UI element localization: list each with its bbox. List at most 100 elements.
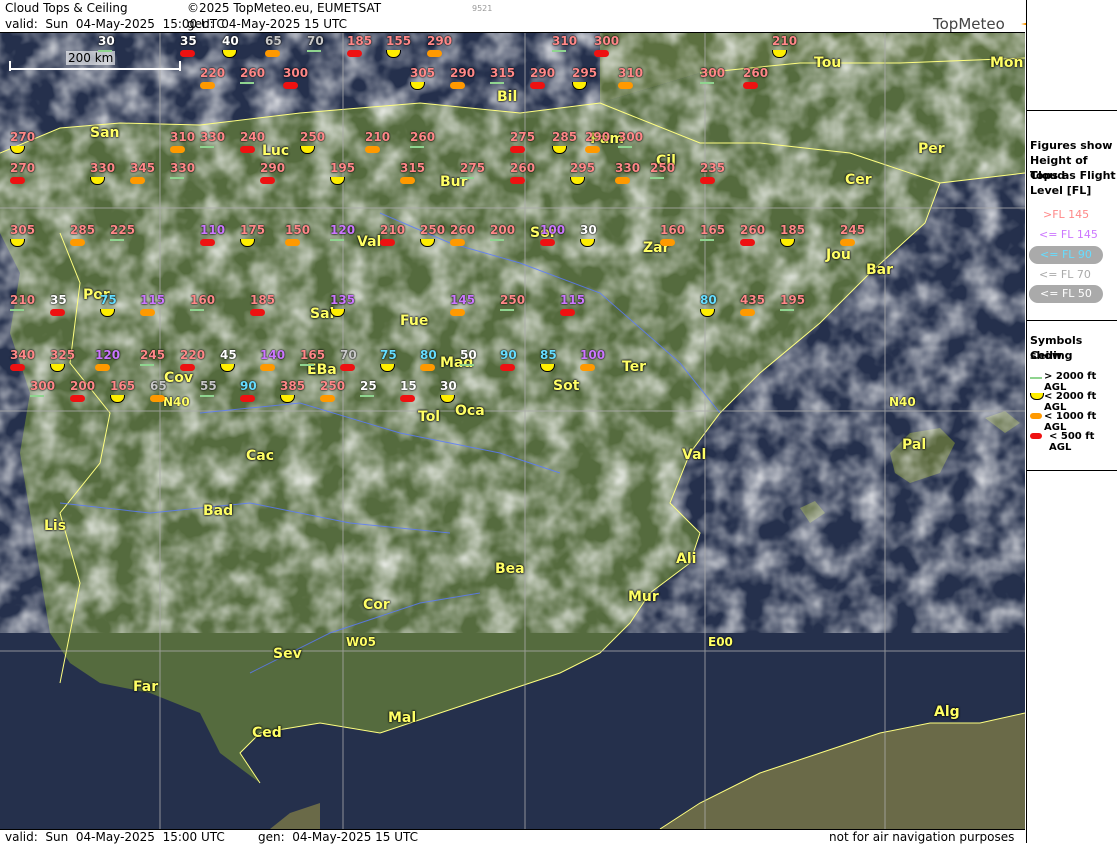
cloud-top-figure: 80: [420, 348, 437, 362]
city-label: Bar: [866, 262, 894, 278]
cloud-top-figure: 70: [340, 348, 357, 362]
footer-disclaimer: not for air navigation purposes: [829, 830, 1015, 844]
legend-fl-above-145: >FL 145: [1043, 208, 1090, 221]
product-title: Cloud Tops & Ceiling: [5, 1, 128, 15]
cloud-top-figure: 300: [700, 66, 726, 80]
ceiling-below-500-icon: [530, 82, 545, 89]
cloud-top-figure: 75: [380, 348, 397, 362]
city-label: Cov: [164, 370, 194, 386]
cloud-top-figure: 135: [330, 293, 356, 307]
legend-figures-title-1: Figures show: [1030, 139, 1113, 152]
ceiling-above-2000-icon: [307, 50, 321, 52]
ceiling-above-2000-icon: [140, 364, 154, 366]
cloud-top-figure: 150: [285, 223, 311, 237]
ceiling-above-2000-icon: [1030, 377, 1042, 379]
city-label: Mon: [990, 55, 1024, 71]
ceiling-below-1000-icon: [420, 364, 435, 371]
city-label: Alg: [934, 704, 960, 720]
cloud-top-figure: 290: [530, 66, 556, 80]
ceiling-below-1000-icon: [200, 82, 215, 89]
ceiling-below-500-icon: [50, 309, 65, 316]
city-label: Luc: [262, 143, 290, 159]
ceiling-below-1000-icon: [150, 395, 165, 402]
city-label: San: [90, 125, 120, 141]
city-label: Cor: [363, 597, 390, 613]
ceiling-below-500-icon: [510, 146, 525, 153]
cloud-top-figure: 155: [386, 34, 412, 48]
cloud-top-figure: 245: [840, 223, 866, 237]
cloud-top-figure: 15: [400, 379, 417, 393]
legend-ceiling-4: < 500 ft AGL: [1049, 431, 1095, 453]
cloud-top-figure: 310: [552, 34, 578, 48]
cloud-top-figure: 185: [780, 223, 806, 237]
cloud-top-figure: 315: [400, 161, 426, 175]
cloud-top-figure: 50: [460, 348, 477, 362]
cloud-top-figure: 195: [330, 161, 356, 175]
ceiling-below-1000-icon: [615, 177, 630, 184]
cloud-top-figure: 210: [365, 130, 391, 144]
ceiling-above-2000-icon: [618, 146, 632, 148]
ceiling-below-500-icon: [283, 82, 298, 89]
cloud-top-figure: 90: [240, 379, 257, 393]
legend-fl-90: <= FL 90: [1029, 246, 1103, 264]
cloud-top-figure: 145: [450, 293, 476, 307]
cloud-top-figure: 435: [740, 293, 766, 307]
cloud-top-figure: 165: [110, 379, 136, 393]
city-label: Sev: [273, 646, 302, 662]
ceiling-above-2000-icon: [780, 309, 794, 311]
cloud-top-figure: 65: [150, 379, 167, 393]
ceiling-above-2000-icon: [98, 50, 112, 52]
cloud-top-figure: 330: [615, 161, 641, 175]
cloud-top-figure: 210: [380, 223, 406, 237]
legend-ceiling-2: < 2000 ft AGL: [1044, 391, 1097, 413]
cloud-top-figure: 250: [300, 130, 326, 144]
cloud-top-figure: 185: [347, 34, 373, 48]
ceiling-below-1000-icon: [580, 364, 595, 371]
ceiling-below-500-icon: [400, 395, 415, 402]
city-label: Far: [133, 679, 159, 695]
cloud-top-figure: 200: [490, 223, 516, 237]
cloud-top-figure: 45: [220, 348, 237, 362]
legend-figures: Figures show Height of Cloud Tops as Fli…: [1027, 110, 1117, 321]
cloud-top-figure: 160: [190, 293, 216, 307]
ceiling-below-1000-icon: [427, 50, 442, 57]
gen-time: gen: 04-May-2025 15 UTC: [187, 17, 348, 31]
cloud-top-figure: 330: [170, 161, 196, 175]
ceiling-above-2000-icon: [240, 82, 254, 84]
ceiling-below-1000-icon: [170, 146, 185, 153]
cloud-top-figure: 250: [650, 161, 676, 175]
ceiling-above-2000-icon: [410, 146, 424, 148]
cloud-top-figure: 325: [50, 348, 76, 362]
city-label: Lis: [44, 518, 67, 534]
ceiling-below-500-icon: [540, 239, 555, 246]
ceiling-below-1000-icon: [450, 239, 465, 246]
cloud-top-figure: 270: [10, 161, 36, 175]
header-bar: Cloud Tops & Ceiling ©2025 TopMeteo.eu, …: [0, 0, 1040, 33]
ceiling-below-500-icon: [240, 146, 255, 153]
cloud-top-figure: 260: [410, 130, 436, 144]
cloud-top-figure: 330: [200, 130, 226, 144]
cloud-top-figure: 300: [618, 130, 644, 144]
ceiling-below-500-icon: [1030, 433, 1042, 439]
legend-ceiling-1: > 2000 ft AGL: [1044, 371, 1097, 393]
cloud-top-figure: 210: [772, 34, 798, 48]
map-code: 9521: [472, 4, 493, 13]
ceiling-below-500-icon: [260, 177, 275, 184]
cloud-top-figure: 90: [500, 348, 517, 362]
ceiling-below-500-icon: [743, 82, 758, 89]
cloud-top-figure: 310: [170, 130, 196, 144]
footer-gen-time: gen: 04-May-2025 15 UTC: [258, 830, 419, 844]
ceiling-below-500-icon: [250, 309, 265, 316]
cloud-top-figure: 285: [70, 223, 96, 237]
ceiling-above-2000-icon: [700, 82, 714, 84]
city-label: Mur: [628, 589, 659, 605]
satellite-map[interactable]: 200 km N40 N40 W05 E00 San Bil Pam Tou M…: [0, 33, 1025, 829]
city-label: Mal: [388, 710, 417, 726]
ceiling-above-2000-icon: [490, 239, 504, 241]
cloud-top-figure: 100: [580, 348, 606, 362]
copyright: ©2025 TopMeteo.eu, EUMETSAT: [187, 1, 382, 15]
cloud-top-figure: 120: [95, 348, 121, 362]
legend-panel: Figures show Height of Cloud Tops as Fli…: [1026, 0, 1117, 843]
ceiling-above-2000-icon: [490, 82, 504, 84]
ceiling-above-2000-icon: [300, 364, 314, 366]
